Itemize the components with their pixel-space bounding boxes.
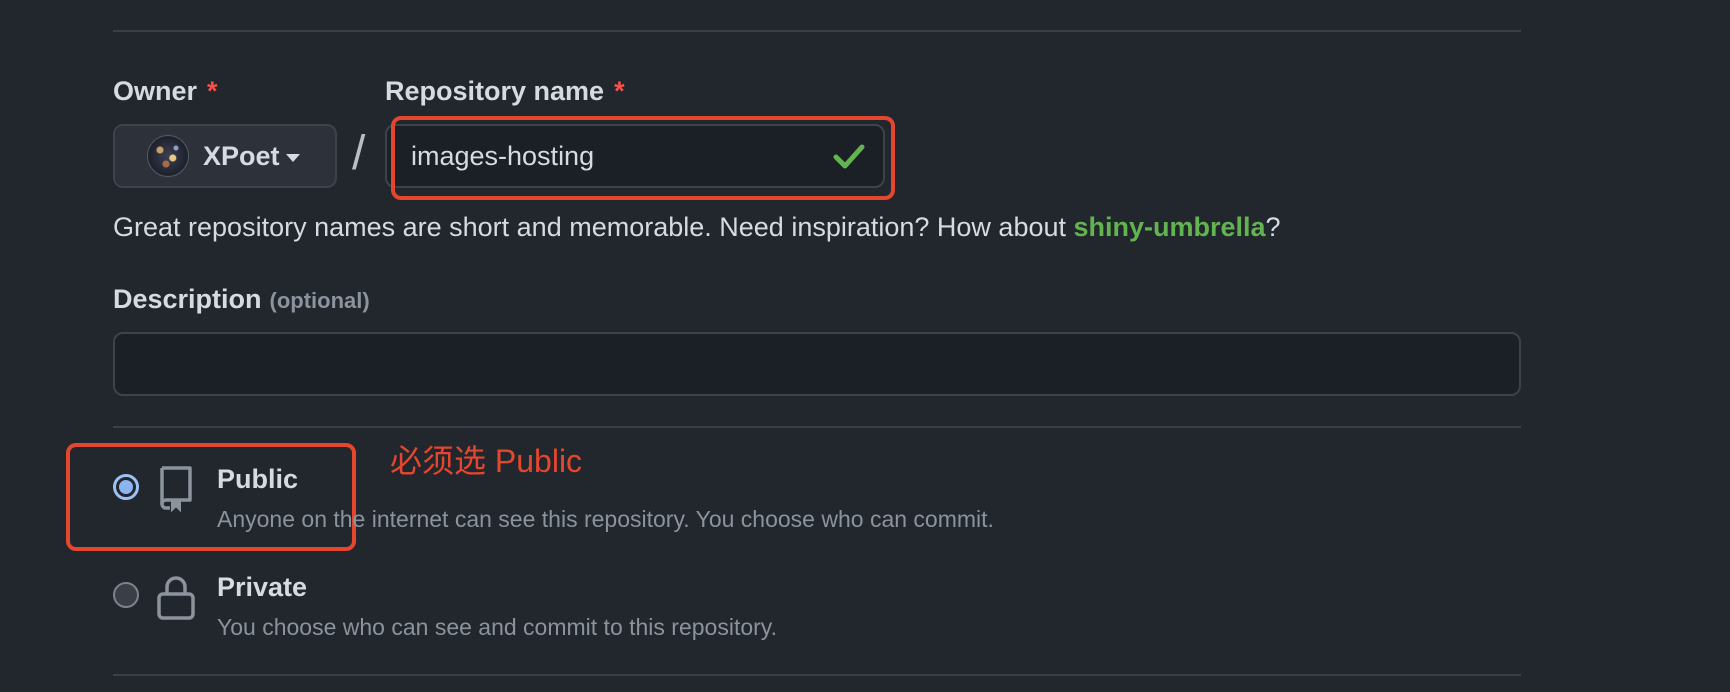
public-option-highlight-box xyxy=(66,443,356,551)
annotation-note: 必须选 Public xyxy=(390,443,583,479)
hint-text: Great repository names are short and mem… xyxy=(113,212,1074,242)
private-radio[interactable] xyxy=(113,582,139,608)
create-repository-form: Owner * XPoet / Repository name * images-h… xyxy=(0,0,1730,692)
private-option-title: Private xyxy=(217,572,308,602)
owner-select-button[interactable]: XPoet xyxy=(113,124,337,188)
caret-down-icon xyxy=(285,154,300,162)
owner-required-mark: * xyxy=(207,76,218,106)
repository-name-highlight-box xyxy=(391,116,895,200)
owner-name: XPoet xyxy=(203,140,280,171)
public-option-description: Anyone on the internet can see this repo… xyxy=(217,506,994,532)
name-suggestion-link[interactable]: shiny-umbrella xyxy=(1074,212,1266,242)
repo-icon xyxy=(160,466,192,512)
description-input[interactable] xyxy=(113,332,1521,396)
repository-name-label-text: Repository name xyxy=(385,76,605,106)
description-optional-tag: (optional) xyxy=(269,288,370,313)
repository-required-mark: * xyxy=(614,76,625,106)
description-label: Description (optional) xyxy=(113,284,370,315)
owner-repo-separator: / xyxy=(352,127,366,180)
visibility-divider xyxy=(113,426,1521,428)
public-radio[interactable] xyxy=(113,474,139,500)
lock-icon xyxy=(157,576,195,620)
owner-label-text: Owner xyxy=(113,76,198,106)
avatar xyxy=(147,135,189,177)
owner-label: Owner * xyxy=(113,76,218,107)
hint-suffix: ? xyxy=(1265,212,1281,242)
public-option-title: Public xyxy=(217,464,299,494)
description-label-text: Description xyxy=(113,284,262,314)
private-option-description: You choose who can see and commit to thi… xyxy=(217,614,777,640)
top-divider xyxy=(113,30,1521,32)
bottom-divider xyxy=(113,674,1521,676)
repository-name-label: Repository name * xyxy=(385,76,625,107)
repository-name-hint: Great repository names are short and mem… xyxy=(113,212,1281,243)
